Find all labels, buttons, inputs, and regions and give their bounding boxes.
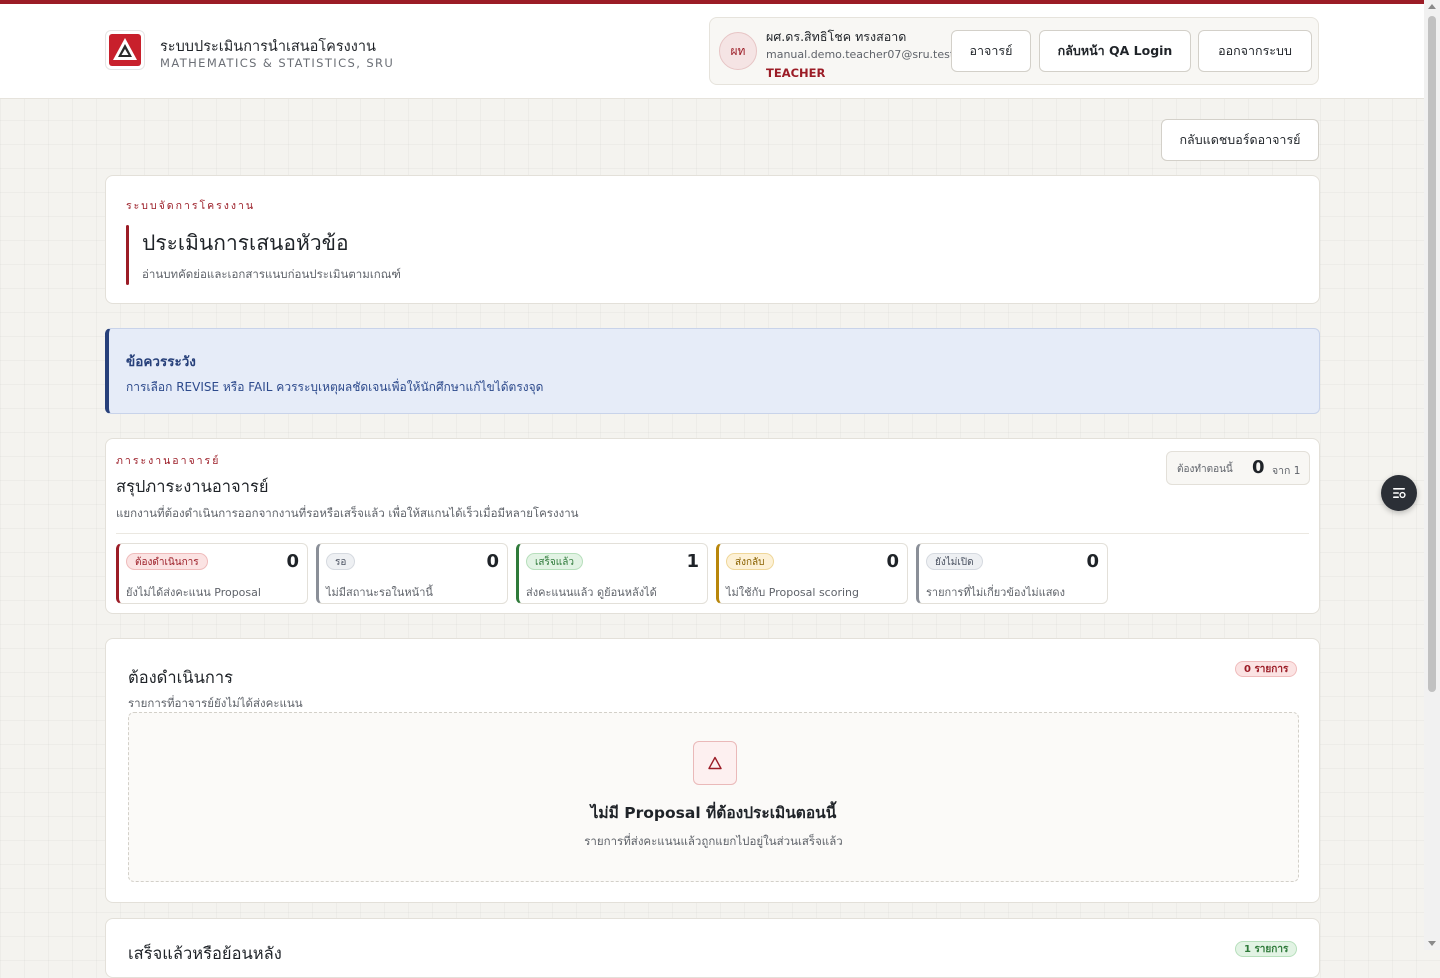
stat-desc: ส่งคะแนนแล้ว ดูย้อนหลังได้: [526, 586, 657, 599]
scroll-up-icon[interactable]: [1428, 4, 1436, 9]
caution-alert: ข้อควรระวัง การเลือก REVISE หรือ FAIL คว…: [105, 328, 1320, 414]
stat-card-returned[interactable]: ส่งกลับ 0 ไม่ใช้กับ Proposal scoring: [716, 543, 908, 604]
done-count-pill: 1 รายการ: [1235, 941, 1298, 957]
stat-count: 0: [486, 551, 499, 572]
qa-login-button[interactable]: กลับหน้า QA Login: [1039, 30, 1191, 72]
vertical-scrollbar[interactable]: [1424, 0, 1440, 950]
empty-state-title: ไม่มี Proposal ที่ต้องประเมินตอนนี้: [590, 804, 837, 822]
stat-card-not-open[interactable]: ยังไม่เปิด 0 รายการที่ไม่เกี่ยวข้องไม่แส…: [916, 543, 1108, 604]
page-heading-card: ระบบจัดการโครงงาน ประเมินการเสนอหัวข้อ อ…: [105, 175, 1320, 304]
scroll-down-icon[interactable]: [1428, 941, 1436, 946]
stat-count: 0: [1086, 551, 1099, 572]
stat-count: 0: [886, 551, 899, 572]
stat-pill: เสร็จแล้ว: [526, 553, 583, 570]
sru-logo-icon: [105, 30, 145, 70]
workload-eyebrow: ภาระงานอาจารย์: [116, 455, 221, 467]
scrollbar-thumb[interactable]: [1428, 16, 1436, 692]
todo-section-title: ต้องดำเนินการ: [128, 668, 233, 687]
list-settings-icon: [1393, 488, 1406, 499]
stat-desc: ยังไม่ได้ส่งคะแนน Proposal: [126, 586, 261, 599]
user-card: ผท ผศ.ดร.สิทธิโชค ทรงสอาด manual.demo.te…: [709, 17, 1319, 85]
stat-desc: รายการที่ไม่เกี่ยวข้องไม่แสดง: [926, 586, 1065, 599]
alert-title: ข้อควรระวัง: [126, 354, 196, 370]
heading-accent: [126, 225, 129, 285]
app-header: ระบบประเมินการนำเสนอโครงงาน MATHEMATICS …: [0, 4, 1424, 99]
stat-count: 1: [686, 551, 699, 572]
stat-desc: ไม่ใช้กับ Proposal scoring: [726, 586, 859, 599]
page-eyebrow: ระบบจัดการโครงงาน: [126, 200, 256, 212]
floating-menu-button[interactable]: [1381, 475, 1417, 511]
stat-card-todo[interactable]: ต้องดำเนินการ 0 ยังไม่ได้ส่งคะแนน Propos…: [116, 543, 308, 604]
user-role: TEACHER: [766, 66, 826, 80]
back-to-dashboard-button[interactable]: กลับแดชบอร์ดอาจารย์: [1161, 119, 1319, 161]
stat-card-done[interactable]: เสร็จแล้ว 1 ส่งคะแนนแล้ว ดูย้อนหลังได้: [516, 543, 708, 604]
page-subtitle: อ่านบทคัดย่อและเอกสารแนบก่อนประเมินตามเก…: [142, 267, 401, 281]
app-title: ระบบประเมินการนำเสนอโครงงาน: [160, 39, 376, 55]
done-section-card: เสร็จแล้วหรือย้อนหลัง 1 รายการ: [105, 918, 1320, 978]
stat-pill: ส่งกลับ: [726, 553, 774, 570]
stat-pill: รอ: [326, 553, 356, 570]
app-subtitle: MATHEMATICS & STATISTICS, SRU: [160, 56, 395, 70]
workload-summary-card: ภาระงานอาจารย์ สรุปภาระงานอาจารย์ แยกงาน…: [105, 438, 1320, 614]
todo-now-total: จาก 1: [1272, 465, 1301, 477]
empty-state: ไม่มี Proposal ที่ต้องประเมินตอนนี้ รายก…: [128, 712, 1299, 882]
logout-button[interactable]: ออกจากระบบ: [1198, 30, 1312, 72]
todo-count-pill: 0 รายการ: [1235, 661, 1298, 677]
stat-desc: ไม่มีสถานะรอในหน้านี้: [326, 586, 433, 599]
teacher-button[interactable]: อาจารย์: [951, 30, 1031, 72]
page-title: ประเมินการเสนอหัวข้อ: [142, 231, 349, 255]
stat-count: 0: [286, 551, 299, 572]
user-name: ผศ.ดร.สิทธิโชค ทรงสอาด: [766, 29, 907, 44]
todo-now-label: ต้องทำตอนนี้: [1177, 464, 1233, 475]
empty-state-subtitle: รายการที่ส่งคะแนนแล้วถูกแยกไปอยู่ในส่วนเ…: [584, 834, 843, 848]
stat-pill: ยังไม่เปิด: [926, 553, 983, 570]
workload-subtitle: แยกงานที่ต้องดำเนินการออกจากงานที่รอหรือ…: [116, 506, 579, 520]
todo-now-badge: ต้องทำตอนนี้ 0 จาก 1: [1166, 451, 1310, 485]
divider: [116, 533, 1309, 534]
avatar: ผท: [719, 32, 757, 70]
stat-pill: ต้องดำเนินการ: [126, 553, 208, 570]
todo-now-count: 0: [1252, 457, 1265, 478]
todo-section-card: ต้องดำเนินการ รายการที่อาจารย์ยังไม่ได้ส…: [105, 638, 1320, 903]
warning-triangle-icon: [693, 741, 737, 785]
user-email: manual.demo.teacher07@sru.test: [766, 48, 955, 61]
todo-section-subtitle: รายการที่อาจารย์ยังไม่ได้ส่งคะแนน: [128, 696, 303, 710]
done-section-title: เสร็จแล้วหรือย้อนหลัง: [128, 944, 282, 963]
alert-text: การเลือก REVISE หรือ FAIL ควรระบุเหตุผลช…: [126, 380, 544, 394]
stat-card-waiting[interactable]: รอ 0 ไม่มีสถานะรอในหน้านี้: [316, 543, 508, 604]
workload-title: สรุปภาระงานอาจารย์: [116, 477, 269, 496]
